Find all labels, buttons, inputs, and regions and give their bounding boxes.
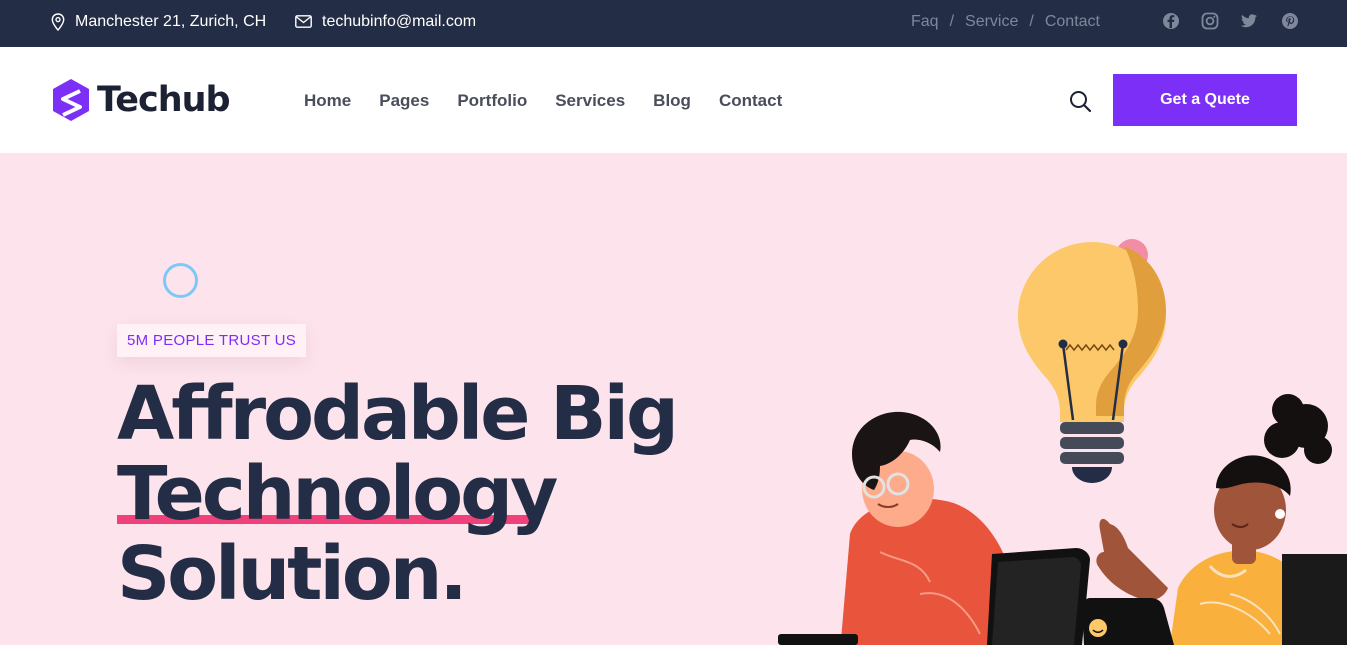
logo-mark-icon: [53, 79, 89, 121]
search-icon[interactable]: [1068, 89, 1092, 113]
pinterest-icon[interactable]: [1281, 12, 1299, 30]
address-info: Manchester 21, Zurich, CH: [51, 0, 266, 43]
trust-badge: 5M PEOPLE TRUST US: [117, 324, 307, 357]
hero-section: 5M PEOPLE TRUST US Affrodable Big Techno…: [0, 154, 1347, 645]
lightbulb-icon: [1018, 239, 1166, 483]
nav-blog[interactable]: Blog: [653, 91, 691, 111]
headline-line-3: Solution.: [117, 531, 468, 617]
logo-text: Techub: [97, 80, 231, 120]
address-text: Manchester 21, Zurich, CH: [75, 12, 267, 30]
location-pin-icon: [51, 12, 65, 31]
headline-line-2: Technology: [117, 451, 558, 537]
top-links: Faq / Service / Contact: [911, 12, 1100, 31]
site-logo[interactable]: Techub: [51, 77, 231, 123]
nav-contact[interactable]: Contact: [719, 91, 782, 111]
nav-home[interactable]: Home: [304, 91, 351, 111]
facebook-icon[interactable]: [1162, 12, 1180, 30]
headline-line-1: Affrodable Big: [117, 371, 679, 457]
top-bar: Manchester 21, Zurich, CH techubinfo@mai…: [0, 0, 1347, 47]
nav-portfolio[interactable]: Portfolio: [457, 91, 527, 111]
service-link[interactable]: Service: [965, 13, 1018, 31]
email-text[interactable]: techubinfo@mail.com: [322, 13, 476, 31]
hero-headline: Affrodable Big Technology Solution.: [117, 371, 679, 617]
envelope-icon: [295, 15, 312, 28]
hero-illustration: [778, 239, 1347, 645]
main-navbar: Techub Home Pages Portfolio Services Blo…: [0, 47, 1347, 154]
nav-services[interactable]: Services: [555, 91, 625, 111]
faq-link[interactable]: Faq: [911, 13, 939, 31]
twitter-icon[interactable]: [1240, 12, 1258, 30]
nav-menu: Home Pages Portfolio Services Blog Conta…: [304, 47, 810, 154]
nav-pages[interactable]: Pages: [379, 91, 429, 111]
decorative-ring: [163, 263, 198, 298]
instagram-icon[interactable]: [1201, 12, 1219, 30]
email-info[interactable]: techubinfo@mail.com: [295, 0, 476, 43]
contact-link[interactable]: Contact: [1045, 13, 1100, 31]
get-a-quote-button[interactable]: Get a Quete: [1113, 74, 1297, 126]
